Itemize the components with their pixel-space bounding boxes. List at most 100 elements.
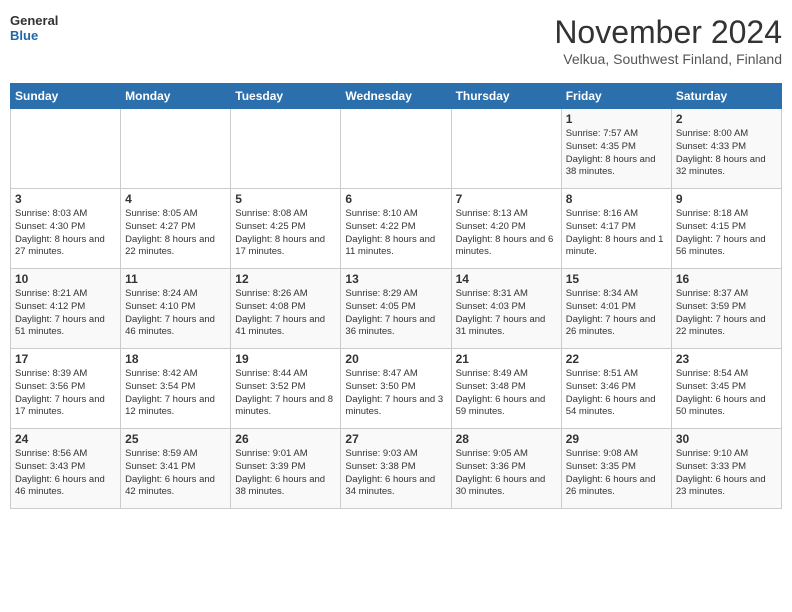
day-number: 27 <box>345 432 446 446</box>
calendar-cell: 14 Sunrise: 8:31 AM Sunset: 4:03 PM Dayli… <box>451 269 561 349</box>
day-content: Sunrise: 8:10 AM Sunset: 4:22 PM Dayligh… <box>345 208 446 259</box>
day-content: Sunrise: 8:31 AM Sunset: 4:03 PM Dayligh… <box>456 288 557 339</box>
day-content: Sunrise: 9:10 AM Sunset: 3:33 PM Dayligh… <box>676 448 777 499</box>
day-content: Sunrise: 9:08 AM Sunset: 3:35 PM Dayligh… <box>566 448 667 499</box>
calendar-cell: 21 Sunrise: 8:49 AM Sunset: 3:48 PM Dayli… <box>451 349 561 429</box>
page-header: General Blue November 2024 Velkua, South… <box>10 10 782 75</box>
day-number: 17 <box>15 352 116 366</box>
day-content: Sunrise: 8:24 AM Sunset: 4:10 PM Dayligh… <box>125 288 226 339</box>
calendar-cell: 23Sunrise: 8:54 AM Sunset: 3:45 PM Dayli… <box>671 349 781 429</box>
weekday-header: Thursday <box>451 84 561 109</box>
day-number: 25 <box>125 432 226 446</box>
calendar-cell: 17 Sunrise: 8:39 AM Sunset: 3:56 PM Dayli… <box>11 349 121 429</box>
day-content: Sunrise: 8:49 AM Sunset: 3:48 PM Dayligh… <box>456 368 557 419</box>
day-content: Sunrise: 9:01 AM Sunset: 3:39 PM Dayligh… <box>235 448 336 499</box>
day-number: 13 <box>345 272 446 286</box>
day-number: 23 <box>676 352 777 366</box>
calendar-cell: 10 Sunrise: 8:21 AM Sunset: 4:12 PM Dayli… <box>11 269 121 349</box>
day-content: Sunrise: 8:37 AM Sunset: 3:59 PM Dayligh… <box>676 288 777 339</box>
day-number: 2 <box>676 112 777 126</box>
day-number: 7 <box>456 192 557 206</box>
day-content: Sunrise: 8:42 AM Sunset: 3:54 PM Dayligh… <box>125 368 226 419</box>
calendar-cell <box>231 109 341 189</box>
calendar-cell: 5Sunrise: 8:08 AM Sunset: 4:25 PM Daylig… <box>231 189 341 269</box>
calendar-cell: 8 Sunrise: 8:16 AM Sunset: 4:17 PM Daylig… <box>561 189 671 269</box>
calendar-cell: 9Sunrise: 8:18 AM Sunset: 4:15 PM Daylig… <box>671 189 781 269</box>
location-subtitle: Velkua, Southwest Finland, Finland <box>554 51 782 67</box>
day-number: 30 <box>676 432 777 446</box>
calendar-cell: 30 Sunrise: 9:10 AM Sunset: 3:33 PM Dayli… <box>671 429 781 509</box>
day-content: Sunrise: 8:00 AM Sunset: 4:33 PM Dayligh… <box>676 128 777 179</box>
day-number: 11 <box>125 272 226 286</box>
calendar-cell: 16 Sunrise: 8:37 AM Sunset: 3:59 PM Dayli… <box>671 269 781 349</box>
calendar-cell: 19 Sunrise: 8:44 AM Sunset: 3:52 PM Dayli… <box>231 349 341 429</box>
day-content: Sunrise: 9:05 AM Sunset: 3:36 PM Dayligh… <box>456 448 557 499</box>
day-number: 6 <box>345 192 446 206</box>
weekday-header: Saturday <box>671 84 781 109</box>
calendar-cell: 27Sunrise: 9:03 AM Sunset: 3:38 PM Dayli… <box>341 429 451 509</box>
calendar-cell <box>121 109 231 189</box>
day-number: 22 <box>566 352 667 366</box>
calendar-cell: 4Sunrise: 8:05 AM Sunset: 4:27 PM Daylig… <box>121 189 231 269</box>
calendar-cell <box>341 109 451 189</box>
day-content: Sunrise: 8:34 AM Sunset: 4:01 PM Dayligh… <box>566 288 667 339</box>
day-content: Sunrise: 8:08 AM Sunset: 4:25 PM Dayligh… <box>235 208 336 259</box>
day-number: 14 <box>456 272 557 286</box>
calendar-cell: 11 Sunrise: 8:24 AM Sunset: 4:10 PM Dayli… <box>121 269 231 349</box>
calendar-cell: 6 Sunrise: 8:10 AM Sunset: 4:22 PM Daylig… <box>341 189 451 269</box>
day-content: Sunrise: 8:56 AM Sunset: 3:43 PM Dayligh… <box>15 448 116 499</box>
weekday-header: Wednesday <box>341 84 451 109</box>
title-block: November 2024 Velkua, Southwest Finland,… <box>554 14 782 67</box>
day-content: Sunrise: 7:57 AM Sunset: 4:35 PM Dayligh… <box>566 128 667 179</box>
month-title: November 2024 <box>554 14 782 51</box>
day-number: 15 <box>566 272 667 286</box>
day-number: 19 <box>235 352 336 366</box>
calendar-cell: 25 Sunrise: 8:59 AM Sunset: 3:41 PM Dayli… <box>121 429 231 509</box>
day-content: Sunrise: 8:44 AM Sunset: 3:52 PM Dayligh… <box>235 368 336 419</box>
day-number: 10 <box>15 272 116 286</box>
logo-text-general: General <box>10 14 52 29</box>
calendar-cell: 2 Sunrise: 8:00 AM Sunset: 4:33 PM Daylig… <box>671 109 781 189</box>
weekday-header: Monday <box>121 84 231 109</box>
day-number: 26 <box>235 432 336 446</box>
day-number: 28 <box>456 432 557 446</box>
calendar-cell: 1 Sunrise: 7:57 AM Sunset: 4:35 PM Daylig… <box>561 109 671 189</box>
weekday-header: Tuesday <box>231 84 341 109</box>
day-number: 3 <box>15 192 116 206</box>
calendar-cell: 26 Sunrise: 9:01 AM Sunset: 3:39 PM Dayli… <box>231 429 341 509</box>
calendar-table: SundayMondayTuesdayWednesdayThursdayFrid… <box>10 83 782 509</box>
weekday-header: Sunday <box>11 84 121 109</box>
day-content: Sunrise: 8:26 AM Sunset: 4:08 PM Dayligh… <box>235 288 336 339</box>
day-content: Sunrise: 8:29 AM Sunset: 4:05 PM Dayligh… <box>345 288 446 339</box>
day-content: Sunrise: 8:05 AM Sunset: 4:27 PM Dayligh… <box>125 208 226 259</box>
calendar-cell <box>451 109 561 189</box>
calendar-cell: 24 Sunrise: 8:56 AM Sunset: 3:43 PM Dayli… <box>11 429 121 509</box>
calendar-cell: 22 Sunrise: 8:51 AM Sunset: 3:46 PM Dayli… <box>561 349 671 429</box>
day-content: Sunrise: 8:16 AM Sunset: 4:17 PM Dayligh… <box>566 208 667 259</box>
day-number: 1 <box>566 112 667 126</box>
calendar-cell: 3 Sunrise: 8:03 AM Sunset: 4:30 PM Daylig… <box>11 189 121 269</box>
day-number: 16 <box>676 272 777 286</box>
calendar-header: SundayMondayTuesdayWednesdayThursdayFrid… <box>11 84 782 109</box>
day-content: Sunrise: 8:59 AM Sunset: 3:41 PM Dayligh… <box>125 448 226 499</box>
calendar-cell: 18 Sunrise: 8:42 AM Sunset: 3:54 PM Dayli… <box>121 349 231 429</box>
day-number: 18 <box>125 352 226 366</box>
day-content: Sunrise: 8:03 AM Sunset: 4:30 PM Dayligh… <box>15 208 116 259</box>
weekday-header: Friday <box>561 84 671 109</box>
day-content: Sunrise: 8:13 AM Sunset: 4:20 PM Dayligh… <box>456 208 557 259</box>
calendar-cell: 7 Sunrise: 8:13 AM Sunset: 4:20 PM Daylig… <box>451 189 561 269</box>
calendar-cell: 28 Sunrise: 9:05 AM Sunset: 3:36 PM Dayli… <box>451 429 561 509</box>
logo-container: General Blue <box>10 14 52 52</box>
day-content: Sunrise: 8:47 AM Sunset: 3:50 PM Dayligh… <box>345 368 446 419</box>
day-content: Sunrise: 8:51 AM Sunset: 3:46 PM Dayligh… <box>566 368 667 419</box>
day-number: 20 <box>345 352 446 366</box>
calendar-cell: 12Sunrise: 8:26 AM Sunset: 4:08 PM Dayli… <box>231 269 341 349</box>
day-number: 8 <box>566 192 667 206</box>
calendar-cell: 15 Sunrise: 8:34 AM Sunset: 4:01 PM Dayli… <box>561 269 671 349</box>
day-number: 29 <box>566 432 667 446</box>
day-content: Sunrise: 8:21 AM Sunset: 4:12 PM Dayligh… <box>15 288 116 339</box>
day-number: 24 <box>15 432 116 446</box>
calendar-cell: 13 Sunrise: 8:29 AM Sunset: 4:05 PM Dayli… <box>341 269 451 349</box>
day-content: Sunrise: 8:39 AM Sunset: 3:56 PM Dayligh… <box>15 368 116 419</box>
day-number: 21 <box>456 352 557 366</box>
